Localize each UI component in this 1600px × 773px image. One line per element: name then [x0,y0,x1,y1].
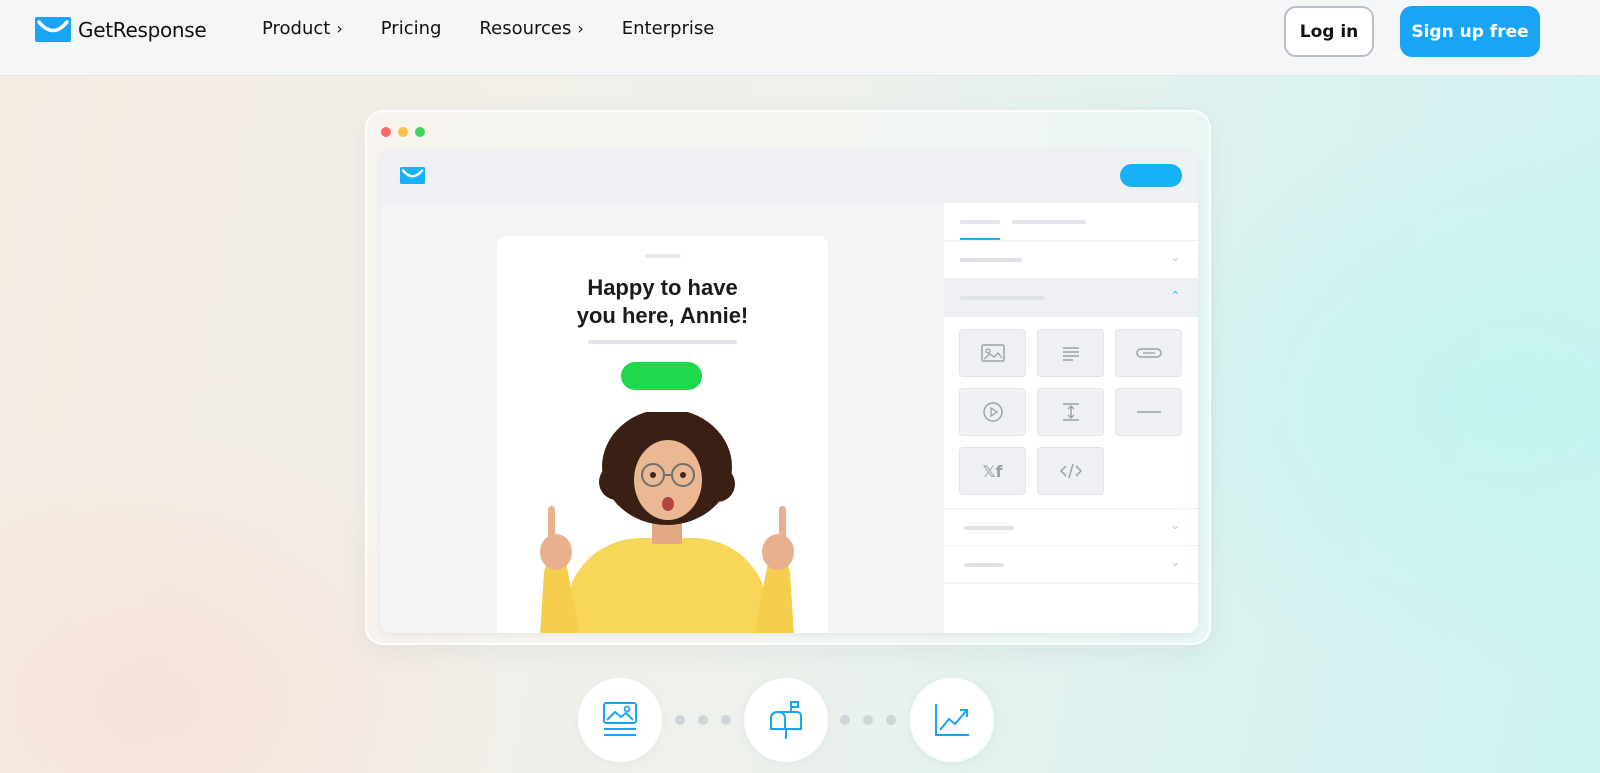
image-icon [980,344,1005,362]
button-icon [1135,348,1162,358]
placeholder-line [964,526,1014,530]
spacer-block-tile [1037,388,1104,436]
social-icons: 𝕏f [982,461,1003,481]
envelope-logo-icon [35,17,71,42]
social-block-tile: 𝕏f [959,447,1026,495]
email-headline-line-1: Happy to have [587,275,738,300]
email-headline-line-2: you here, Annie! [576,303,749,328]
text-lines-icon [1062,347,1079,361]
chevron-right-icon: › [336,19,343,38]
growth-chart-icon [935,704,969,736]
active-tab-underline [960,238,1000,240]
divider-icon [1136,411,1161,413]
editor-side-panel: ⌄ ⌃ 𝕏f ⌄ ⌄ [944,203,1198,633]
separator-dot [863,715,873,725]
chevron-down-icon: ⌄ [1170,251,1180,264]
code-block-tile [1037,447,1104,495]
mailbox-icon [770,701,802,739]
email-preview-card: Happy to have you here, Annie! [497,236,828,633]
signup-button[interactable]: Sign up free [1400,6,1540,57]
nav-product-label: Product [262,18,331,39]
window-dot-yellow [398,127,408,137]
panel-section-expanded: ⌃ [944,279,1198,317]
email-headline: Happy to have you here, Annie! [497,274,828,330]
divider-block-tile [1115,388,1182,436]
code-icon [1059,463,1082,479]
play-icon [982,402,1003,422]
chevron-up-icon: ⌃ [1170,289,1180,302]
placeholder-line [960,296,1044,300]
chevron-down-icon: ⌄ [1170,556,1180,569]
woman-pointing-up-image [540,412,794,633]
panel-section: ⌄ [944,546,1198,584]
button-block-tile [1115,329,1182,377]
window-dot-red [381,127,391,137]
login-button[interactable]: Log in [1284,6,1374,57]
browser-mockup: Happy to have you here, Annie! ⌄ ⌃ 𝕏f ⌄ … [365,110,1211,645]
delivery-step-circle [744,678,828,762]
content-step-circle [578,678,662,762]
separator-dot [840,715,850,725]
editor-topbar [380,150,1198,203]
separator-dot [675,715,685,725]
image-content-icon [603,702,637,736]
text-block-tile [1037,329,1104,377]
chevron-right-icon: › [577,19,584,38]
nav-pricing[interactable]: Pricing [381,18,442,39]
separator-dot [698,715,708,725]
placeholder-line [960,258,1022,262]
brand-name: GetResponse [78,17,207,42]
placeholder-line [964,563,1004,567]
panel-section: ⌄ [944,241,1198,279]
editor-action-button [1120,164,1182,187]
chevron-down-icon: ⌄ [1170,519,1180,532]
placeholder-line [588,340,737,344]
placeholder-line [645,254,681,258]
brand-logo[interactable]: GetResponse [35,17,207,42]
spacer-icon [1062,403,1079,421]
nav-pricing-label: Pricing [380,18,442,39]
envelope-logo-icon [400,167,425,184]
nav-enterprise[interactable]: Enterprise [622,18,715,39]
nav-enterprise-label: Enterprise [621,18,715,39]
email-cta-pill [621,362,702,390]
growth-step-circle [910,678,994,762]
nav-resources[interactable]: Resources › [479,18,583,39]
separator-dot [721,715,731,725]
window-controls [381,127,425,137]
main-nav: Product › Pricing Resources › Enterprise [262,18,714,39]
panel-section: ⌄ [944,508,1198,546]
window-dot-green [415,127,425,137]
panel-tab-active [960,220,1000,224]
editor-window: Happy to have you here, Annie! ⌄ ⌃ 𝕏f ⌄ … [380,150,1198,633]
panel-tabs [944,203,1198,241]
panel-tab [1012,220,1086,224]
site-header: GetResponse Product › Pricing Resources … [0,0,1600,76]
nav-product[interactable]: Product › [262,18,343,39]
separator-dot [886,715,896,725]
image-block-tile [959,329,1026,377]
video-block-tile [959,388,1026,436]
nav-resources-label: Resources [479,18,572,39]
